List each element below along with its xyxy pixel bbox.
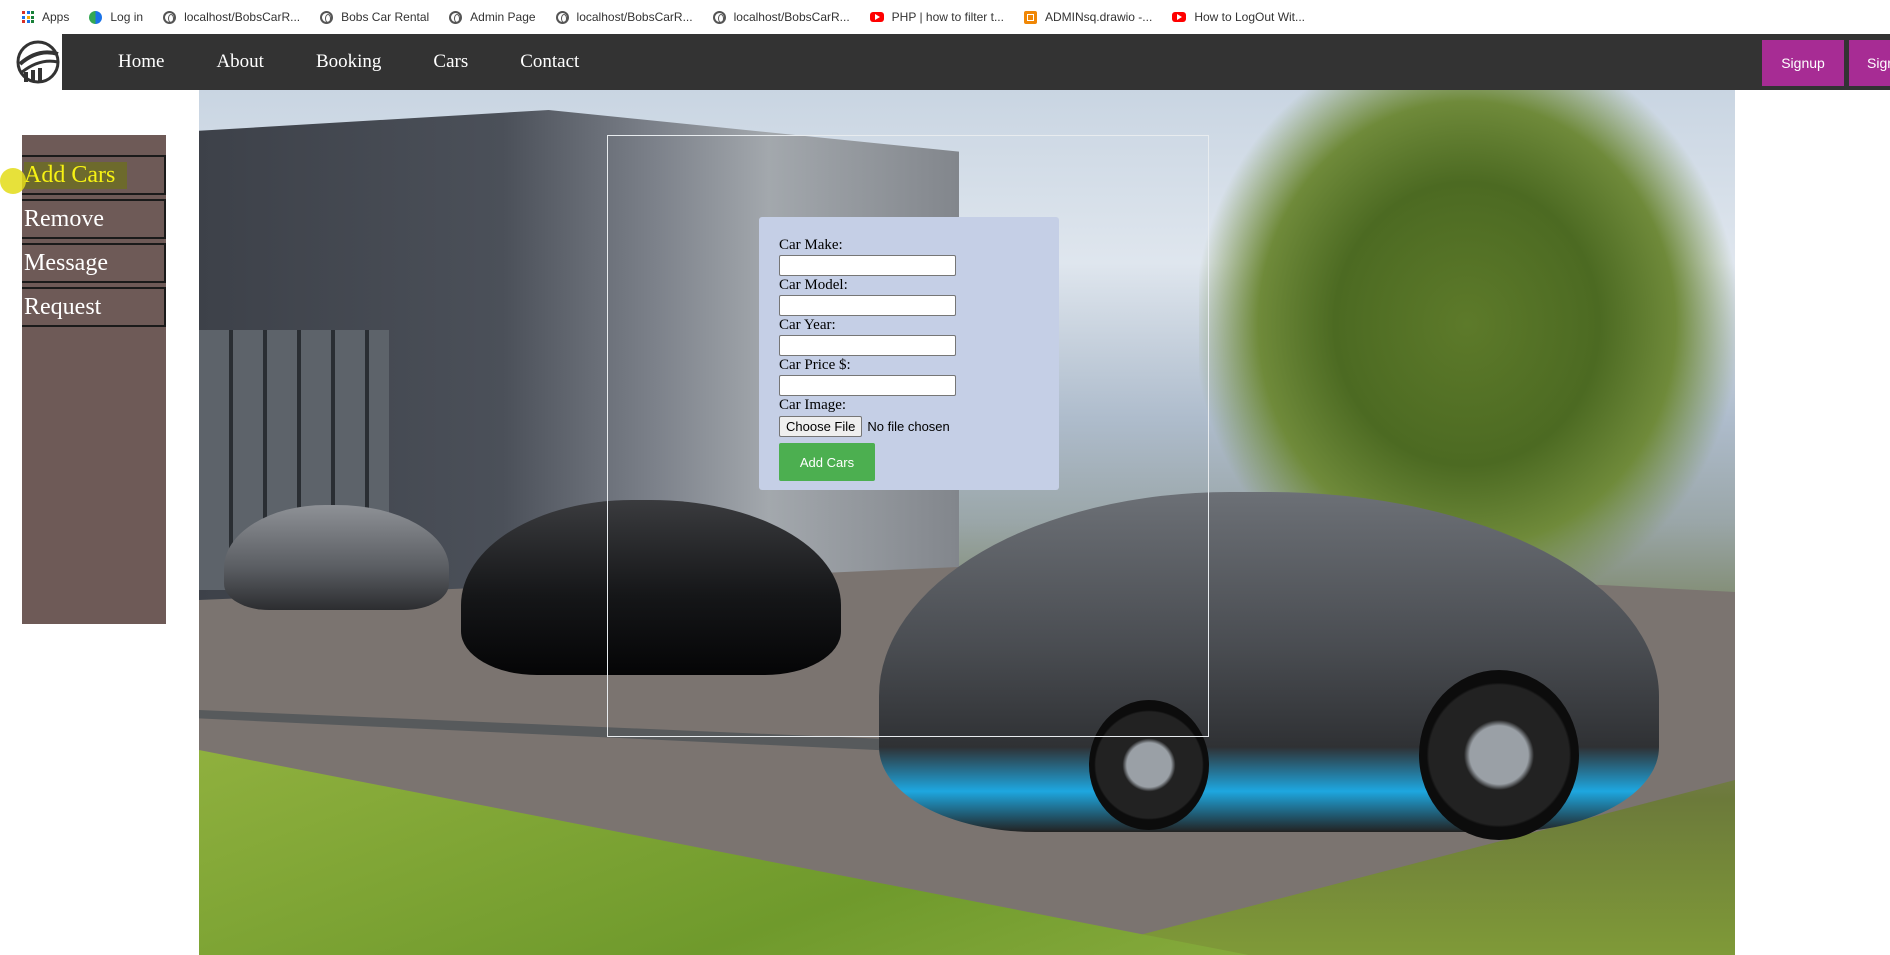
sidebar-item-message[interactable]: Message xyxy=(22,243,166,283)
car-make-input[interactable] xyxy=(779,255,956,276)
admin-sidebar: Add Cars Remove Message Request xyxy=(22,135,166,624)
rear-wheel-shape xyxy=(1419,670,1579,840)
globe-icon xyxy=(712,10,726,24)
signup-button[interactable]: Signup xyxy=(1762,40,1844,86)
bookmark-label: Admin Page xyxy=(470,10,536,24)
top-navbar: Home About Booking Cars Contact Signup S… xyxy=(0,34,1890,90)
globe-icon xyxy=(163,10,177,24)
car-model-label: Car Model: xyxy=(779,277,848,293)
cursor-highlight-marker xyxy=(0,168,26,194)
choose-file-button[interactable]: Choose File xyxy=(779,416,863,437)
nav-link-cars[interactable]: Cars xyxy=(433,51,468,73)
bookmark-localhost-1[interactable]: localhost/BobsCarR... xyxy=(163,10,300,24)
apps-grid-icon xyxy=(22,11,34,23)
site-logo[interactable] xyxy=(0,34,62,90)
bookmark-label: Bobs Car Rental xyxy=(341,10,430,24)
add-car-form: Car Make: Car Model: Car Year: Car Price… xyxy=(759,217,1059,490)
drawio-icon xyxy=(1023,10,1037,24)
nav-links: Home About Booking Cars Contact xyxy=(118,34,631,90)
sidebar-item-remove[interactable]: Remove xyxy=(22,199,166,239)
sidebar-item-add-cars[interactable]: Add Cars xyxy=(22,155,166,195)
nav-link-home[interactable]: Home xyxy=(118,51,164,73)
file-status-text: No file chosen xyxy=(867,419,950,434)
bookmark-logout-video[interactable]: How to LogOut Wit... xyxy=(1172,10,1305,24)
car-model-input[interactable] xyxy=(779,295,956,316)
car-year-label: Car Year: xyxy=(779,317,836,333)
sidebar-item-label: Request xyxy=(24,293,102,320)
bookmark-label: localhost/BobsCarR... xyxy=(184,10,301,24)
sidebar-item-label: Add Cars xyxy=(24,161,128,189)
car-make-label: Car Make: xyxy=(779,237,843,253)
bookmark-label: localhost/BobsCarR... xyxy=(576,10,693,24)
bookmark-php-filter[interactable]: PHP | how to filter t... xyxy=(869,10,1004,24)
signin-button[interactable]: Sign xyxy=(1849,40,1890,86)
car-image-file-input: Choose File No file chosen xyxy=(779,416,1039,437)
car-price-label: Car Price $: xyxy=(779,357,851,373)
login-favicon-icon xyxy=(89,10,103,24)
nav-link-about[interactable]: About xyxy=(216,51,264,73)
youtube-icon xyxy=(1172,12,1187,22)
bookmark-login[interactable]: Log in xyxy=(89,10,143,24)
nav-link-contact[interactable]: Contact xyxy=(520,51,579,73)
car-price-input[interactable] xyxy=(779,375,956,396)
globe-icon xyxy=(555,10,569,24)
add-cars-submit-button[interactable]: Add Cars xyxy=(779,443,875,481)
sidebar-item-request[interactable]: Request xyxy=(22,287,166,327)
car-image-label: Car Image: xyxy=(779,397,847,413)
bookmark-label: Log in xyxy=(110,10,144,24)
bookmark-label: How to LogOut Wit... xyxy=(1194,10,1306,24)
car-year-input[interactable] xyxy=(779,335,956,356)
bookmark-label: localhost/BobsCarR... xyxy=(733,10,850,24)
bookmark-drawio[interactable]: ADMINsq.drawio -... xyxy=(1023,10,1153,24)
bookmark-admin-page[interactable]: Admin Page xyxy=(449,10,536,24)
sidebar-item-label: Message xyxy=(24,249,108,276)
bookmark-apps[interactable]: Apps xyxy=(22,10,69,24)
sidebar-item-label: Remove xyxy=(24,205,104,232)
bookmark-localhost-3[interactable]: localhost/BobsCarR... xyxy=(712,10,850,24)
bookmarks-bar: Apps Log in localhost/BobsCarR... Bobs C… xyxy=(0,0,1890,34)
bookmark-localhost-2[interactable]: localhost/BobsCarR... xyxy=(555,10,693,24)
nav-link-booking[interactable]: Booking xyxy=(316,51,381,73)
logo-emblem-icon xyxy=(16,40,60,84)
globe-icon xyxy=(320,10,334,24)
bookmark-label: PHP | how to filter t... xyxy=(891,10,1004,24)
bookmark-label: ADMINsq.drawio -... xyxy=(1044,10,1153,24)
youtube-icon xyxy=(869,12,884,22)
bookmark-label: Apps xyxy=(42,10,70,24)
bookmark-bobs-car-rental[interactable]: Bobs Car Rental xyxy=(320,10,429,24)
globe-icon xyxy=(449,10,463,24)
